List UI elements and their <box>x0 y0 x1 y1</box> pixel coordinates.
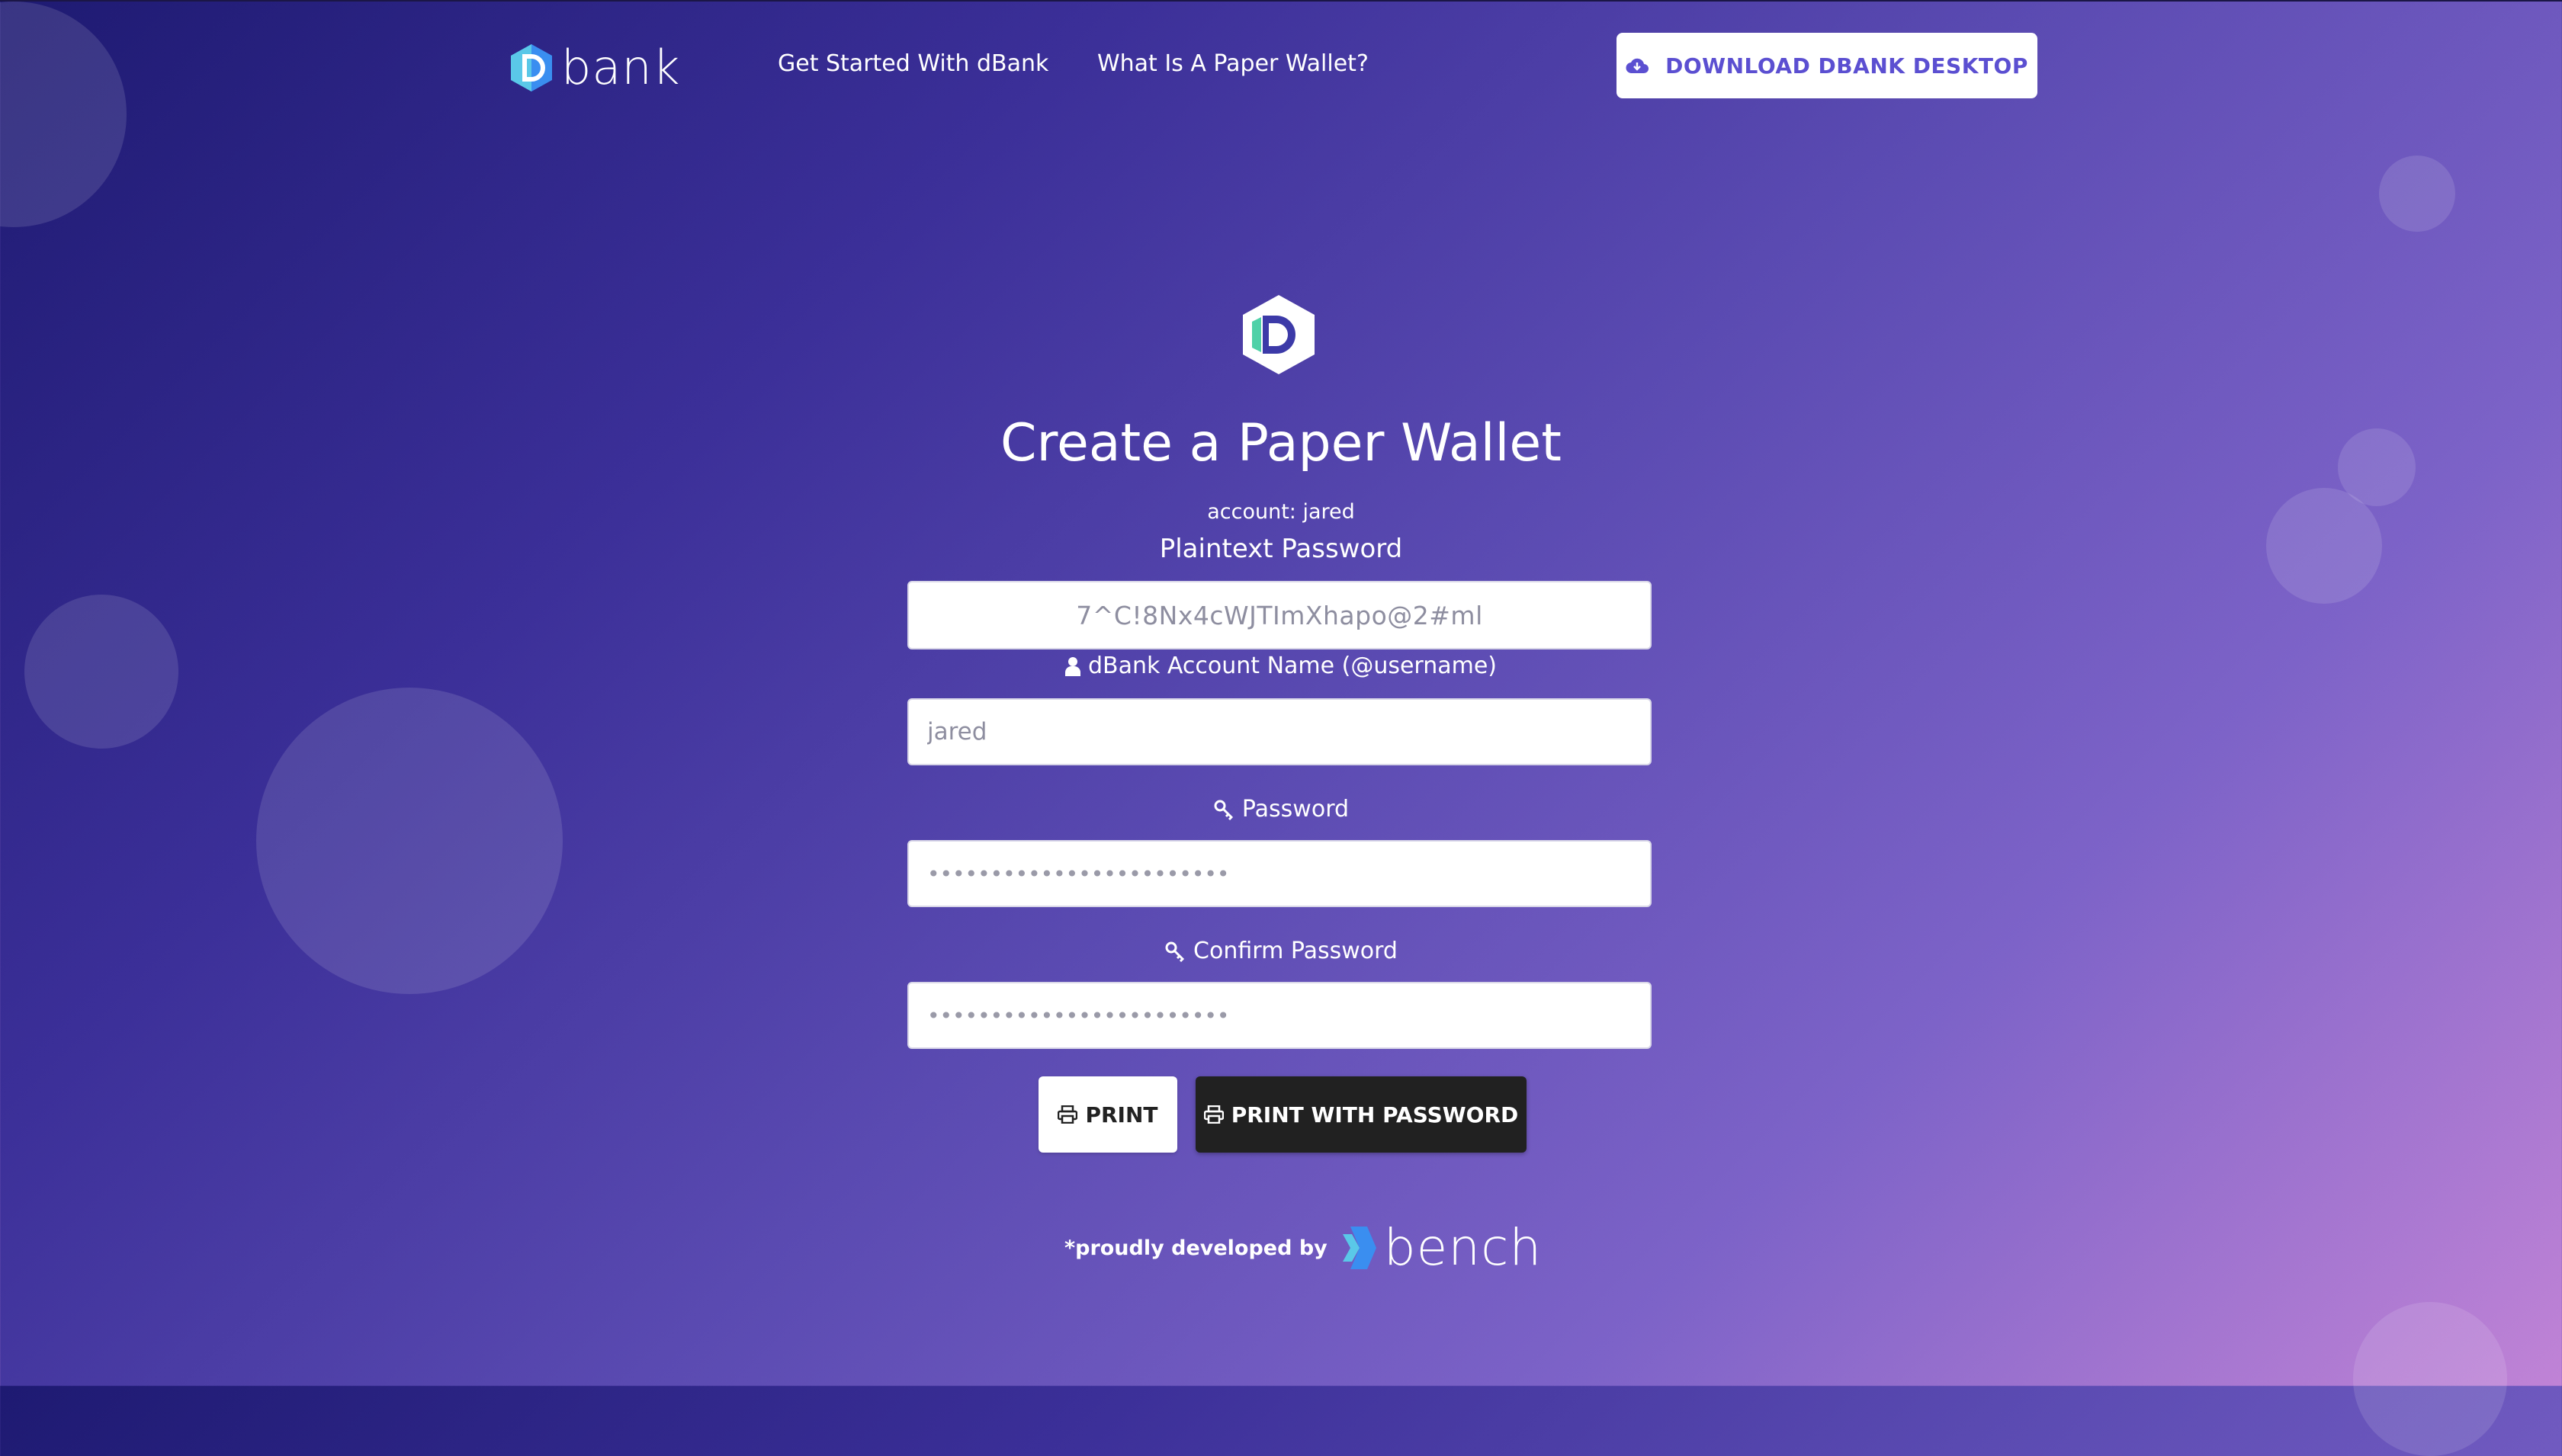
username-label: dBank Account Name (@username) <box>1087 653 1498 679</box>
footer-text: *proudly developed by <box>1064 1236 1328 1260</box>
username-label-row: dBank Account Name (@username) <box>0 653 2562 679</box>
username-input[interactable] <box>907 698 1652 765</box>
print-label: PRINT <box>1085 1102 1158 1127</box>
logo-text: bank <box>561 40 681 95</box>
download-label: DOWNLOAD DBANK DESKTOP <box>1665 53 2028 79</box>
nav-paper-wallet[interactable]: What Is A Paper Wallet? <box>1097 50 1369 77</box>
download-desktop-button[interactable]: DOWNLOAD DBANK DESKTOP <box>1616 33 2037 98</box>
bench-logo-text: bench <box>1383 1218 1543 1277</box>
print-with-password-label: PRINT WITH PASSWORD <box>1231 1102 1519 1127</box>
confirm-password-label-row: Confirm Password <box>0 938 2562 964</box>
dbank-logo[interactable]: bank <box>508 43 681 93</box>
key-icon <box>1214 800 1233 820</box>
account-line: account: jared <box>1207 500 1355 524</box>
dbank-hex-icon <box>1243 295 1315 374</box>
print-with-password-button[interactable]: PRINT WITH PASSWORD <box>1196 1076 1527 1153</box>
decor-bubble <box>2379 156 2455 232</box>
printer-icon <box>1058 1105 1078 1124</box>
plaintext-password-display[interactable]: 7^C!8Nx4cWJTImXhapo@2#ml <box>907 581 1652 649</box>
plaintext-password-value: 7^C!8Nx4cWJTImXhapo@2#ml <box>1076 600 1483 630</box>
password-input[interactable] <box>907 840 1652 907</box>
nav-get-started[interactable]: Get Started With dBank <box>778 50 1048 77</box>
top-border <box>0 0 2562 2</box>
decor-bubble <box>2353 1302 2507 1456</box>
bench-logo[interactable]: bench <box>1341 1223 1542 1273</box>
dbank-main-logo <box>1238 293 1319 380</box>
bench-mark-icon <box>1342 1227 1376 1269</box>
key-icon <box>1165 941 1185 962</box>
print-button[interactable]: PRINT <box>1039 1076 1177 1153</box>
confirm-password-label: Confirm Password <box>1193 938 1398 964</box>
printer-icon <box>1203 1105 1224 1124</box>
password-label-row: Password <box>0 796 2562 823</box>
plaintext-password-label: Plaintext Password <box>1159 534 1403 564</box>
page-title: Create a Paper Wallet <box>1000 413 1562 473</box>
confirm-password-input[interactable] <box>907 982 1652 1049</box>
dbank-hex-icon <box>511 44 552 91</box>
password-label: Password <box>1241 796 1350 823</box>
cloud-download-icon <box>1626 58 1649 74</box>
footer: *proudly developed by bench <box>1064 1223 1542 1273</box>
user-icon <box>1064 656 1080 676</box>
decor-bubble <box>0 2 127 227</box>
